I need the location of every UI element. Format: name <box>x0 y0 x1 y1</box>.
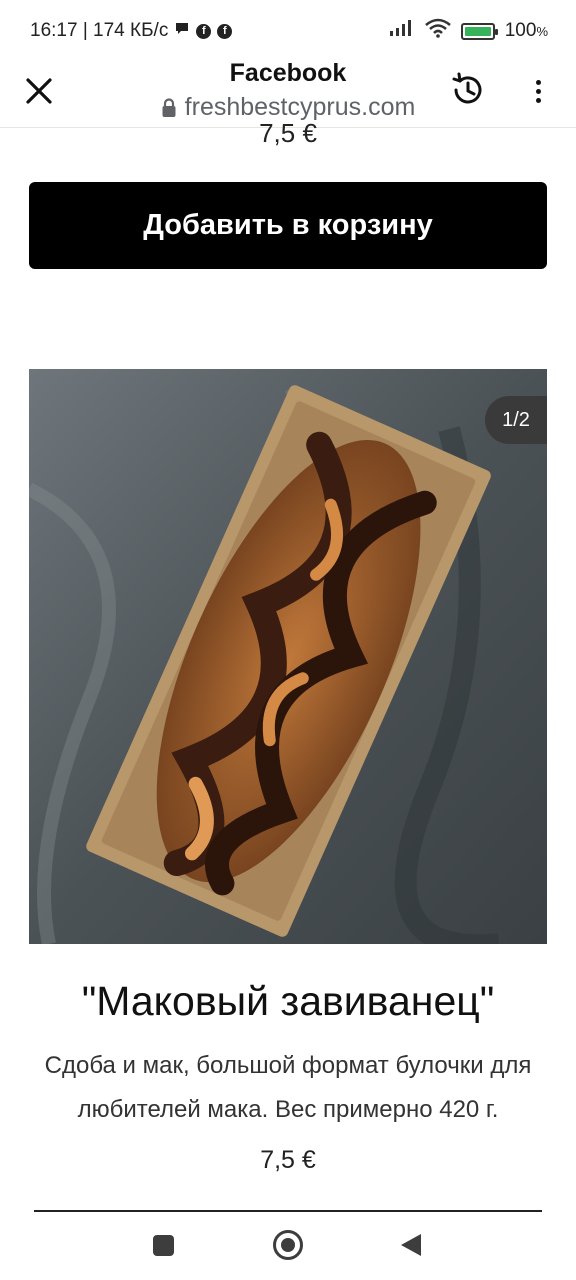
facebook-icon: f <box>196 23 212 39</box>
status-left: 16:17 | 174 КБ/с f f <box>30 20 233 42</box>
previous-item-price: 7,5 € <box>259 118 317 146</box>
battery-charging-icon <box>460 22 498 40</box>
lock-icon <box>162 97 176 117</box>
status-time-speed: 16:17 | 174 КБ/с <box>30 20 169 41</box>
product-description: Сдоба и мак, большой формат булочки для … <box>44 1052 532 1123</box>
product-price: 7,5 € <box>260 1146 316 1174</box>
product-title: "Маковый завиванец" <box>81 978 495 1024</box>
add-to-cart-button[interactable]: Добавить в корзину <box>29 182 547 269</box>
battery-text: 100% <box>504 20 548 41</box>
status-right: 100% <box>389 18 548 44</box>
navigation-bar <box>0 1212 576 1280</box>
signal-icon <box>389 19 415 43</box>
back-icon[interactable] <box>401 1234 421 1256</box>
product-image[interactable]: 1/2 <box>29 369 547 944</box>
history-button[interactable] <box>448 70 488 110</box>
facebook-icon: f <box>217 23 233 39</box>
bread-photo <box>29 369 547 944</box>
close-icon <box>26 78 52 104</box>
home-icon[interactable] <box>273 1230 303 1260</box>
browser-title: Facebook <box>229 59 347 87</box>
close-button[interactable] <box>22 74 56 108</box>
status-bar: 16:17 | 174 КБ/с f f 100% <box>0 0 576 62</box>
chat-bubble-icon <box>174 20 190 42</box>
browser-title-block: Facebook freshbestcyprus.com <box>120 59 456 122</box>
more-vert-icon <box>535 79 541 85</box>
history-icon <box>452 72 482 104</box>
recents-icon[interactable] <box>153 1235 174 1256</box>
more-menu-button[interactable] <box>526 74 550 108</box>
wifi-icon <box>424 18 451 44</box>
image-counter: 1/2 <box>485 396 547 444</box>
